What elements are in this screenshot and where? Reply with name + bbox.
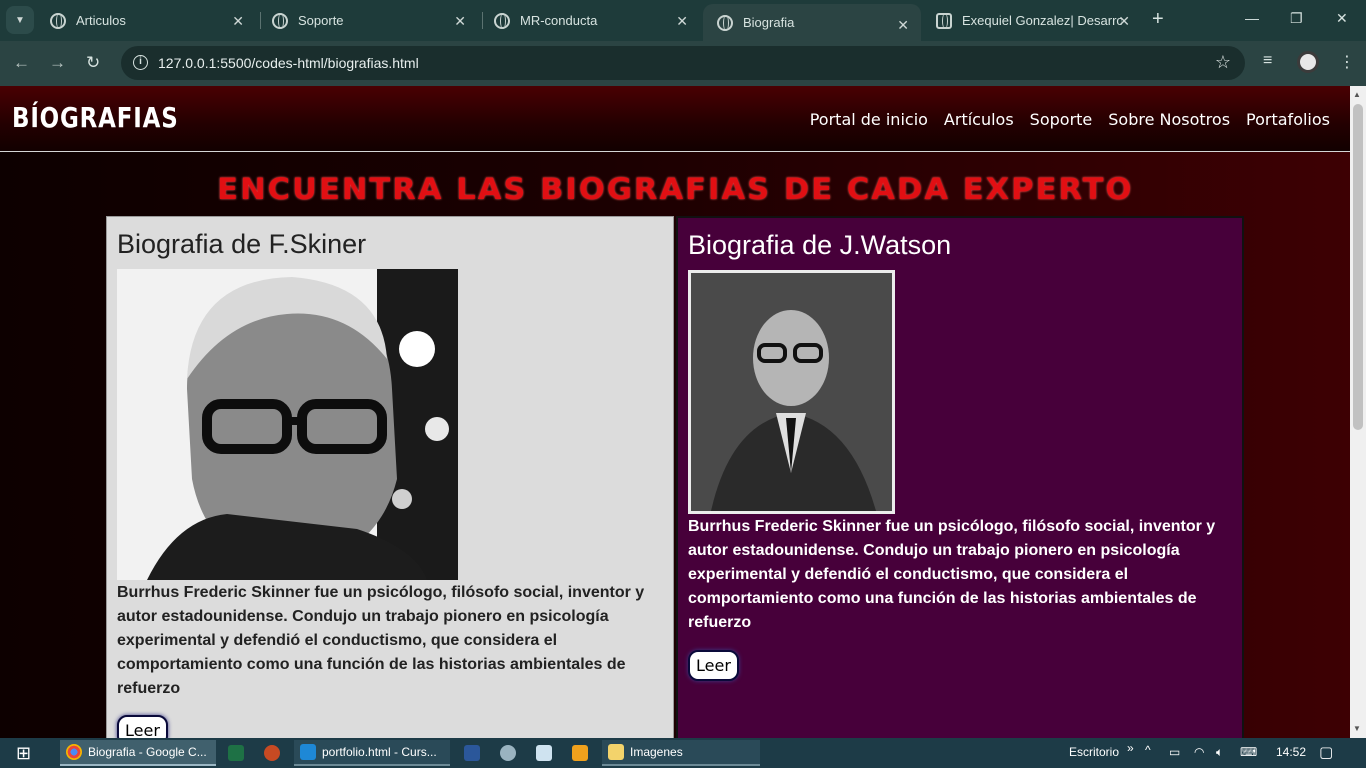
globe-icon — [50, 12, 66, 29]
taskbar-media[interactable] — [566, 740, 594, 766]
nav-link-sobre-nosotros[interactable]: Sobre Nosotros — [1108, 110, 1230, 129]
tab-biografia[interactable]: Biografia ✕ — [703, 4, 921, 41]
tab-close-icon[interactable]: ✕ — [676, 13, 688, 30]
bio-card-title: Biografia de J.Watson — [688, 230, 952, 260]
taskbar-excel[interactable] — [222, 740, 250, 766]
restore-icon[interactable]: ❐ — [1290, 10, 1303, 27]
globe-icon — [494, 12, 510, 29]
window-close-icon[interactable]: ✕ — [1336, 10, 1348, 27]
profile-avatar[interactable] — [1297, 51, 1319, 73]
headline-text: ENCUENTRA LAS BIOGRAFIAS DE CADA EXPERTO — [216, 172, 1134, 206]
rocket-icon — [936, 12, 952, 29]
taskbar-label: Biografia - Google C... — [88, 745, 207, 759]
chrome-icon — [66, 744, 82, 760]
desktop-toolbar-label[interactable]: Escritorio — [1069, 745, 1119, 759]
windows-taskbar: ⊞ Biografia - Google C... portfolio.html… — [0, 738, 1366, 768]
tab-title: MR-conducta — [520, 13, 598, 28]
task-view-icon[interactable]: ⊞ — [16, 743, 31, 764]
forward-icon[interactable]: → — [49, 53, 66, 73]
taskbar-notes[interactable] — [530, 740, 558, 766]
watson-portrait-image — [688, 270, 895, 514]
chevron-right-icon[interactable]: » — [1127, 741, 1134, 755]
taskbar-powerpoint[interactable] — [258, 740, 286, 766]
taskbar-vscode[interactable]: portfolio.html - Curs... — [294, 740, 450, 766]
tab-search-chevron-icon[interactable]: ▼ — [6, 6, 34, 34]
notes-icon — [536, 745, 552, 761]
powerpoint-icon — [264, 745, 280, 761]
tab-exequiel[interactable]: Exequiel Gonzalez| Desarrollo ✕ — [922, 0, 1142, 41]
network-icon[interactable]: ◠ — [1194, 745, 1204, 759]
portrait-illustration — [117, 269, 458, 580]
browser-toolbar: ← → ↻ i 127.0.0.1:5500/codes-html/biogra… — [0, 41, 1366, 86]
bio-card-text: Burrhus Frederic Skinner fue un psicólog… — [117, 584, 645, 697]
leer-button[interactable]: Leer — [688, 650, 739, 681]
excel-icon — [228, 745, 244, 761]
scroll-up-icon[interactable]: ▲ — [1353, 90, 1361, 99]
portrait-frame — [691, 273, 892, 511]
taskbar-explorer[interactable]: Imagenes — [602, 740, 760, 766]
tab-mr-conducta[interactable]: MR-conducta ✕ — [480, 0, 700, 41]
show-hidden-icons-icon[interactable]: ^ — [1145, 743, 1151, 757]
tab-soporte[interactable]: Soporte ✕ — [258, 0, 478, 41]
taskbar-label: portfolio.html - Curs... — [322, 745, 437, 759]
browser-tabstrip: ▼ Articulos ✕ Soporte ✕ MR-conducta ✕ Bi… — [0, 0, 1366, 41]
tab-title: Exequiel Gonzalez| Desarrollo — [962, 13, 1122, 28]
tab-title: Biografia — [743, 15, 795, 30]
url-text: 127.0.0.1:5500/codes-html/biografias.htm… — [158, 55, 419, 71]
nav-link-portafolios[interactable]: Portafolios — [1246, 110, 1330, 129]
taskbar-label: Imagenes — [630, 745, 683, 759]
address-bar[interactable]: i 127.0.0.1:5500/codes-html/biografias.h… — [121, 46, 1245, 80]
more-menu-icon[interactable]: ⋮ — [1339, 52, 1355, 72]
globe-icon — [272, 12, 288, 29]
reload-icon[interactable]: ↻ — [86, 53, 100, 73]
notifications-icon[interactable]: ▢ — [1319, 743, 1333, 761]
media-controls-icon[interactable]: ≡ — [1263, 52, 1272, 70]
keyboard-icon[interactable]: ⌨︎ — [1240, 745, 1257, 759]
paint-icon — [500, 745, 516, 761]
new-tab-icon[interactable]: + — [1152, 8, 1164, 31]
media-player-icon — [572, 745, 588, 761]
bio-card-title: Biografia de F.Skiner — [117, 229, 367, 259]
bookmark-star-icon[interactable]: ☆ — [1215, 52, 1231, 73]
folder-icon — [608, 744, 624, 760]
taskbar-word[interactable] — [458, 740, 486, 766]
taskbar-paint[interactable] — [494, 740, 522, 766]
tab-close-icon[interactable]: ✕ — [1118, 13, 1130, 30]
tab-title: Soporte — [298, 13, 344, 28]
nav-link-articulos[interactable]: Artículos — [944, 110, 1014, 129]
site-nav: Portal de inicio Artículos Soporte Sobre… — [810, 110, 1330, 129]
bio-card-watson: Biografia de J.Watson Burrhus Frederic S… — [676, 216, 1244, 738]
tab-close-icon[interactable]: ✕ — [897, 17, 909, 34]
page-scrollbar[interactable]: ▲ ▼ — [1350, 86, 1366, 738]
word-icon — [464, 745, 480, 761]
battery-icon[interactable]: ▭ — [1169, 745, 1180, 759]
site-brand: BÍOGRAFIAS — [12, 101, 179, 134]
volume-icon[interactable]: 🔈︎ — [1216, 745, 1223, 760]
tab-title: Articulos — [76, 13, 126, 28]
site-info-icon[interactable]: i — [133, 55, 148, 70]
bio-card-text: Burrhus Frederic Skinner fue un psicólog… — [688, 518, 1216, 631]
nav-link-soporte[interactable]: Soporte — [1030, 110, 1093, 129]
back-icon[interactable]: ← — [13, 53, 30, 73]
scroll-thumb[interactable] — [1353, 104, 1363, 430]
globe-icon — [717, 14, 733, 31]
vscode-icon — [300, 744, 316, 760]
tab-close-icon[interactable]: ✕ — [454, 13, 466, 30]
taskbar-chrome[interactable]: Biografia - Google C... — [60, 740, 216, 766]
page-viewport: BÍOGRAFIAS Portal de inicio Artículos So… — [0, 86, 1350, 738]
skinner-portrait-image — [117, 269, 458, 580]
page-headline: ENCUENTRA LAS BIOGRAFIAS DE CADA EXPERTO — [0, 172, 1350, 206]
minimize-icon[interactable]: — — [1245, 10, 1259, 26]
site-header: BÍOGRAFIAS Portal de inicio Artículos So… — [0, 86, 1350, 152]
tab-close-icon[interactable]: ✕ — [232, 13, 244, 30]
scroll-down-icon[interactable]: ▼ — [1353, 724, 1361, 733]
tab-articulos[interactable]: Articulos ✕ — [36, 0, 256, 41]
bio-card-skinner: Biografia de F.Skiner Burrhus Frederic S… — [106, 216, 674, 738]
leer-button[interactable]: Leer — [117, 715, 168, 738]
clock-time[interactable]: 14:52 — [1276, 745, 1306, 759]
portrait-illustration — [691, 273, 892, 511]
nav-link-inicio[interactable]: Portal de inicio — [810, 110, 928, 129]
